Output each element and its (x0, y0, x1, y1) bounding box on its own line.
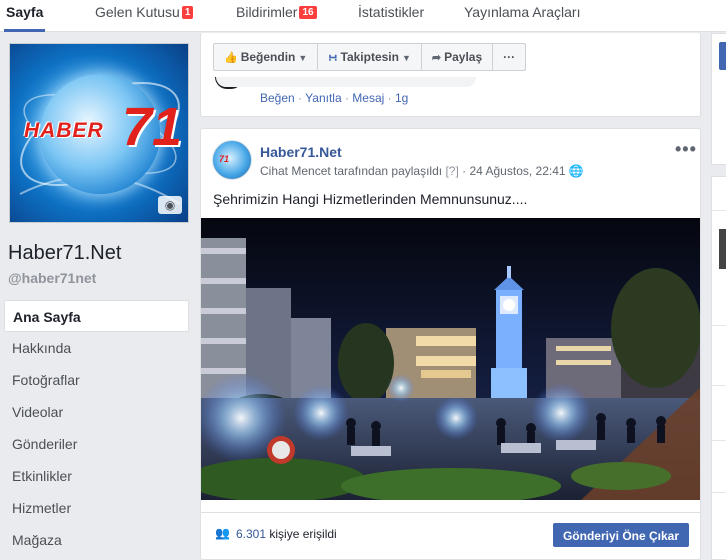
comment-reply-link[interactable]: Yanıtla (305, 91, 341, 105)
globe-icon[interactable]: 🌐 (569, 164, 584, 178)
more-options-button[interactable]: ··· (493, 44, 525, 70)
rss-icon: ∺ (328, 52, 338, 64)
nav-item-fotograflar[interactable]: Fotoğraflar (4, 364, 189, 396)
divider (712, 440, 726, 441)
page-profile-picture[interactable]: HABER 71 ◉ (9, 43, 189, 223)
nav-item-etkinlikler[interactable]: Etkinlikler (4, 460, 189, 492)
share-page-button[interactable]: ➦ Paylaş (422, 44, 494, 70)
reach-text[interactable]: 6.301 kişiye erişildi (236, 527, 337, 541)
post-author-avatar[interactable]: 71 (212, 140, 252, 180)
comment-message-link[interactable]: Mesaj (352, 91, 384, 105)
tab-istatistikler[interactable]: İstatistikler (358, 0, 424, 32)
separator: · (294, 91, 306, 105)
nav-item-gonderiler[interactable]: Gönderiler (4, 428, 189, 460)
share-arrow-icon: ➦ (431, 52, 442, 64)
boost-post-button[interactable]: Gönderiyi Öne Çıkar (553, 523, 689, 547)
nav-item-hakkinda[interactable]: Hakkında (4, 332, 189, 364)
page-actions-card: 👍 Beğendin ▼ ∺ Takiptesin ▼ ➦ Paylaş ··· Beğe… (200, 33, 701, 117)
post-author-name[interactable]: Haber71.Net (260, 144, 342, 160)
separator: · (462, 164, 467, 178)
right-column-thumbnail[interactable] (719, 229, 726, 269)
comment-bubble (216, 77, 476, 87)
like-page-button[interactable]: 👍 Beğendin ▼ (214, 44, 319, 70)
inbox-count-badge: 1 (181, 6, 194, 19)
comment-time[interactable]: 1g (395, 91, 408, 105)
chevron-down-icon: ▼ (298, 53, 308, 63)
left-column: HABER 71 ◉ Haber71.Net @haber71net Ana S… (0, 33, 200, 560)
separator: · (341, 91, 353, 105)
post-options-button[interactable]: ••• (675, 139, 697, 160)
divider (712, 210, 726, 211)
logo-text: HABER (24, 119, 104, 142)
people-icon: 👥 (215, 526, 230, 540)
nav-item-videolar[interactable]: Videolar (4, 396, 189, 428)
page-tab-bar: Sayfa Gelen Kutusu 1 Bildirimler 16 İstati… (0, 0, 726, 32)
camera-icon[interactable]: ◉ (158, 196, 182, 214)
page-nav: Ana Sayfa Hakkında Fotoğraflar Videolar … (4, 300, 189, 556)
nav-item-ana-sayfa[interactable]: Ana Sayfa (4, 300, 189, 332)
post-card: 71 Haber71.Net Cihat Mencet tarafından p… (200, 128, 701, 560)
divider (712, 492, 726, 493)
tab-yayinlama-araclari[interactable]: Yayınlama Araçları (464, 0, 580, 32)
tab-sayfa[interactable]: Sayfa (4, 0, 46, 32)
shared-by-text: Cihat Mencet tarafından paylaşıldı (260, 164, 443, 178)
page-handle[interactable]: @haber71net (8, 270, 96, 286)
post-text: Şehrimizin Hangi Hizmetlerinden Memnunsu… (213, 191, 528, 207)
help-link[interactable]: [?] (445, 164, 458, 178)
follow-page-button[interactable]: ∺ Takiptesin ▼ (318, 44, 422, 70)
post-photo[interactable] (201, 218, 700, 500)
chevron-down-icon: ▼ (401, 53, 411, 63)
divider (712, 325, 726, 326)
reach-label: kişiye erişildi (269, 527, 337, 541)
tab-gelen-kutusu[interactable]: Gelen Kutusu 1 (95, 0, 194, 32)
post-meta: Cihat Mencet tarafından paylaşıldı [?] ·… (260, 164, 584, 178)
nav-item-magaza[interactable]: Mağaza (4, 524, 189, 556)
reach-count[interactable]: 6.301 (236, 527, 266, 541)
avatar-logo: 71 (219, 154, 230, 164)
comment-like-link[interactable]: Beğen (260, 91, 295, 105)
right-column-button[interactable] (719, 42, 726, 70)
nav-item-hizmetler[interactable]: Hizmetler (4, 492, 189, 524)
post-reach-row: 👥 6.301 kişiye erişildi Gönderiyi Öne Çı… (201, 512, 700, 556)
page-action-bar: 👍 Beğendin ▼ ∺ Takiptesin ▼ ➦ Paylaş ··· (213, 43, 527, 71)
thumbs-up-icon: 👍 (224, 52, 238, 64)
logo-number: 71 (122, 97, 183, 157)
tab-bildirimler[interactable]: Bildirimler 16 (236, 0, 317, 32)
comment-actions: Beğen · Yanıtla · Mesaj · 1g (260, 91, 408, 105)
night-square-photo (201, 218, 700, 500)
post-date[interactable]: 24 Ağustos, 22:41 (469, 164, 565, 178)
notifications-count-badge: 16 (299, 6, 317, 19)
separator: · (384, 91, 395, 105)
divider (712, 385, 726, 386)
page-name[interactable]: Haber71.Net (8, 242, 121, 265)
